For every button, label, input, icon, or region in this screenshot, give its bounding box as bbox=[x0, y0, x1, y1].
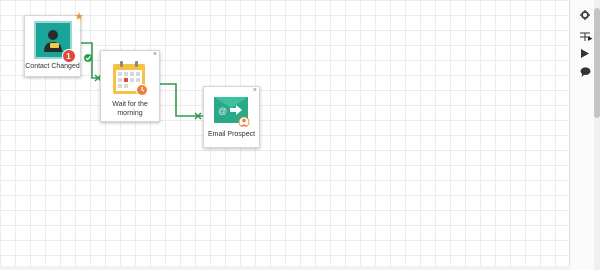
play-button[interactable] bbox=[574, 44, 596, 62]
node-label-line1: Wait for the bbox=[112, 101, 148, 108]
calendar-icon bbox=[113, 61, 148, 96]
contact-changed-icon: 1 bbox=[33, 21, 76, 63]
badge-count: 1 bbox=[61, 49, 76, 63]
comment-button[interactable] bbox=[574, 63, 596, 81]
email-icon: @ bbox=[213, 94, 250, 128]
settings-button[interactable] bbox=[574, 6, 596, 24]
node-email-prospect[interactable]: × @ Email Prospect bbox=[203, 86, 260, 148]
gear-icon bbox=[580, 10, 590, 20]
check-marker bbox=[84, 54, 92, 62]
connectors bbox=[77, 41, 203, 120]
filter-button[interactable]: ▸ bbox=[574, 27, 596, 45]
horizontal-scrollbar[interactable] bbox=[0, 266, 570, 270]
node-label-line2: morning bbox=[117, 110, 143, 117]
connector-wait-to-email bbox=[158, 83, 203, 117]
node-label: Email Prospect bbox=[207, 131, 256, 138]
comment-icon bbox=[580, 67, 590, 77]
scrollbar-thumb[interactable] bbox=[594, 8, 600, 118]
node-label: Contact Changed bbox=[25, 63, 80, 70]
at-symbol: @ bbox=[218, 106, 227, 116]
star-icon[interactable]: ★ bbox=[74, 10, 84, 23]
play-icon bbox=[581, 48, 589, 58]
node-wait-for-morning[interactable]: × Wait for the morning bbox=[100, 50, 160, 122]
node-label: Wait for the morning bbox=[101, 100, 159, 118]
node-contact-changed[interactable]: ★ 1 Contact Changed bbox=[24, 11, 84, 77]
close-icon[interactable]: × bbox=[153, 51, 157, 58]
vertical-scrollbar[interactable] bbox=[594, 0, 600, 270]
close-icon[interactable]: × bbox=[253, 87, 257, 94]
workflow-canvas[interactable]: ★ 1 Contact Changed × Wait for the morni… bbox=[0, 0, 568, 270]
cursor-icon: ▸ bbox=[588, 33, 593, 43]
